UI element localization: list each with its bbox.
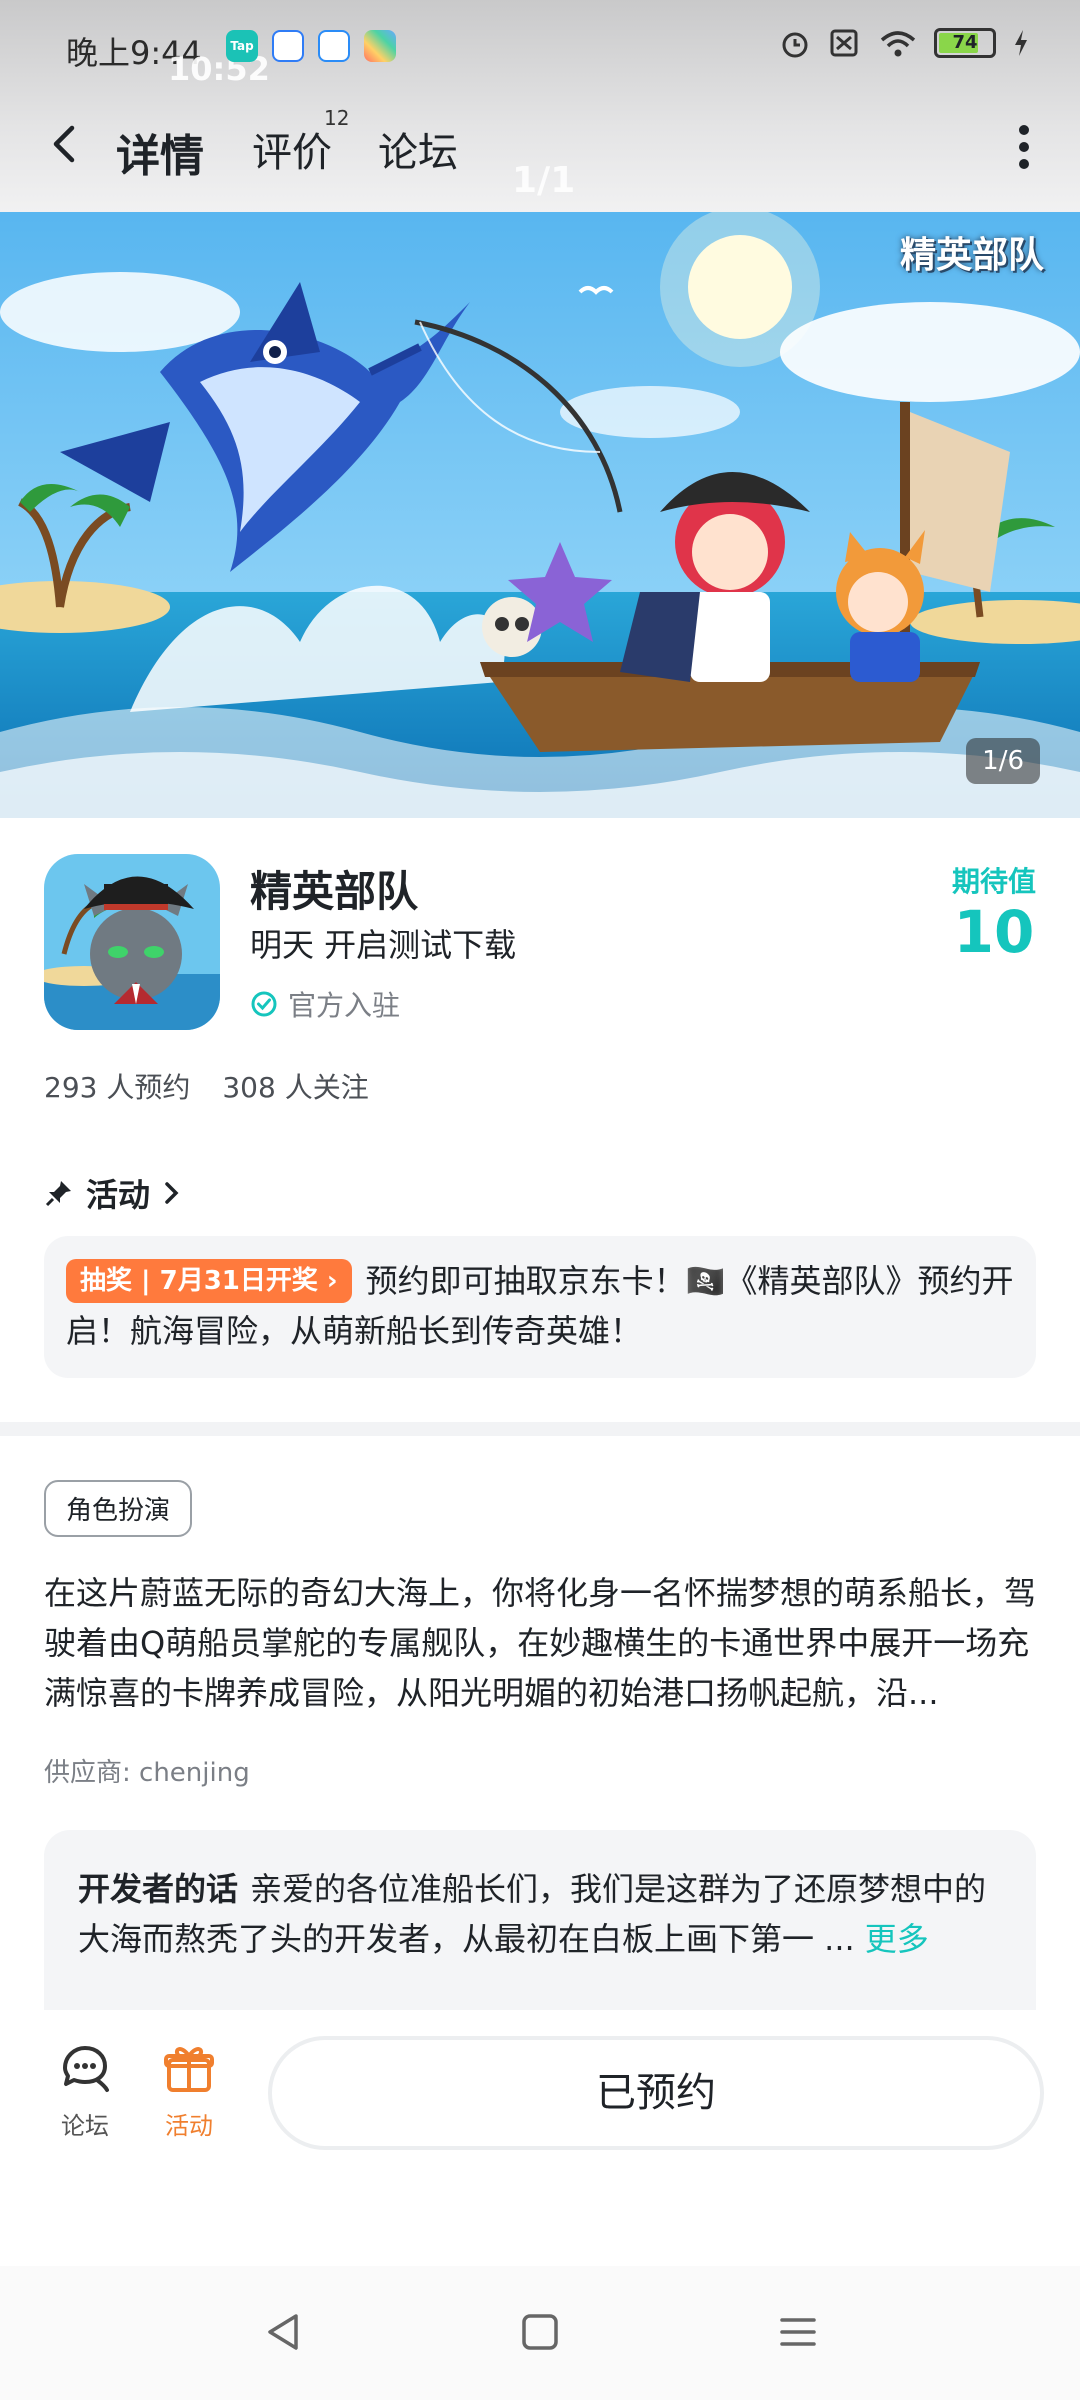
verified-check-icon [251, 991, 277, 1017]
status-right: 74 [778, 28, 1030, 58]
notification-app-icons: Tap [226, 30, 396, 62]
tap-icon: Tap [226, 30, 258, 62]
game-name: 精英部队 [250, 867, 419, 916]
tab-review[interactable]: 评价 [252, 120, 332, 178]
supplier-label: 供应商: chenjing [44, 1758, 250, 1788]
system-menu-icon[interactable] [776, 2310, 820, 2354]
game-banner[interactable]: 精英部队 1/6 [0, 212, 1080, 818]
game-icon-art [44, 854, 220, 1030]
developer-note-more-link[interactable]: 更多 [865, 1920, 929, 1958]
developer-note-card[interactable]: 开发者的话 亲爱的各位准船长们，我们是这群为了还原梦想中的大海而熬秃了头的开发者，… [44, 1830, 1036, 2010]
battery-icon: 74 [934, 28, 996, 58]
expectation-label: 期待值 [951, 865, 1036, 898]
activity-heading: 活动 [86, 1176, 151, 1214]
activity-button[interactable]: 活动 [144, 2040, 234, 2141]
section-divider [0, 1422, 1080, 1436]
expectation-score: 期待值 10 [952, 860, 1036, 964]
alarm-icon [782, 32, 808, 58]
gift-icon [164, 2047, 214, 2092]
no-sim-icon [830, 29, 858, 57]
page-indicator: 1/1 [512, 160, 576, 201]
activity-header[interactable]: 活动 [44, 1170, 182, 1216]
top-nav: 详情 评价 12 论坛 1/1 [0, 100, 1080, 212]
official-badge: 官方入驻 [250, 984, 400, 1024]
forum-button[interactable]: 论坛 [40, 2040, 130, 2141]
game-release-status: 明天 开启测试下载 [250, 926, 517, 964]
review-count-badge: 12 [324, 106, 350, 130]
activity-label: 活动 [165, 2112, 213, 2140]
forum-chat-icon [63, 2046, 109, 2092]
bottom-action-bar: 论坛 活动 已预约 [0, 2010, 1080, 2210]
wifi-icon [880, 31, 916, 57]
charging-icon [1015, 30, 1027, 56]
status-bar: 晚上9:44 10:52 Tap 74 [0, 0, 1080, 100]
official-label: 官方入驻 [288, 989, 401, 1022]
banner-counter: 1/6 [966, 738, 1040, 784]
game-info-section: 精英部队 明天 开启测试下载 官方入驻 期待值 10 293 人预约 308 人… [0, 818, 1080, 1428]
system-home-icon[interactable] [518, 2310, 562, 2354]
reservation-count: 293 人预约 [44, 1071, 191, 1104]
pin-icon [45, 1181, 71, 1207]
top-header: 晚上9:44 10:52 Tap 74 详情 评价 12 论坛 1/1 [0, 0, 1080, 212]
tab-detail[interactable]: 详情 [114, 120, 206, 184]
lottery-tag: 抽奖 | 7月31日开奖 › [66, 1259, 352, 1303]
more-options-icon[interactable] [1018, 124, 1030, 170]
game-description[interactable]: 在这片蔚蓝无际的奇幻大海上，你将化身一名怀揣梦想的萌系船长，驾驶着由Q萌船员掌舵… [44, 1568, 1036, 1718]
system-navigation-bar [0, 2266, 1080, 2400]
app-cloud-icon [318, 30, 350, 62]
banner-logo-text: 精英部队 [899, 235, 1044, 276]
app-blue-icon [272, 30, 304, 62]
banner-illustration [0, 212, 1080, 818]
back-icon[interactable] [44, 122, 88, 166]
expectation-value: 10 [953, 898, 1035, 966]
genre-tag[interactable]: 角色扮演 [44, 1480, 193, 1537]
reserved-button[interactable]: 已预约 [268, 2036, 1044, 2150]
tab-forum[interactable]: 论坛 [378, 120, 458, 178]
chevron-right-icon [165, 1182, 179, 1204]
app-colorful-icon [364, 30, 396, 62]
system-back-icon[interactable] [262, 2310, 306, 2354]
forum-label: 论坛 [61, 2112, 109, 2140]
game-stats: 293 人预约 308 人关注 [44, 1066, 369, 1106]
developer-note-title: 开发者的话 [78, 1870, 239, 1908]
activity-card[interactable]: 抽奖 | 7月31日开奖 › 预约即可抽取京东卡！🏴‍☠️《精英部队》预约开启！航… [44, 1236, 1036, 1378]
game-icon[interactable] [44, 854, 220, 1030]
follower-count: 308 人关注 [222, 1071, 369, 1104]
